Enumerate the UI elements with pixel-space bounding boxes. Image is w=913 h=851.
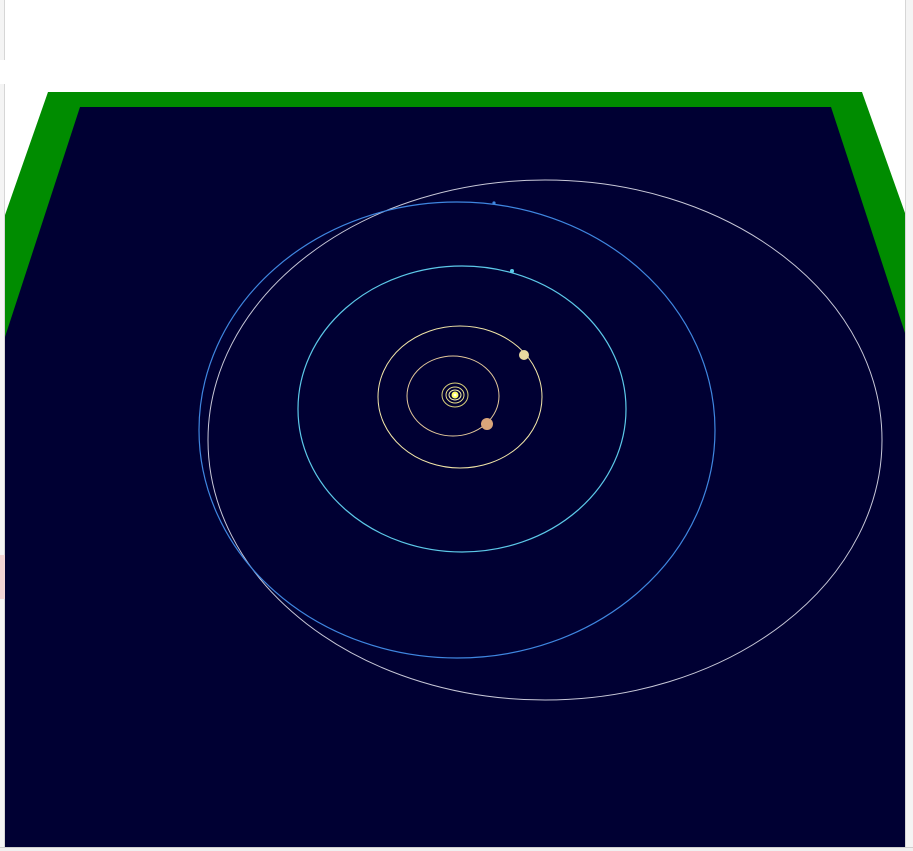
space-plane — [5, 107, 905, 847]
window-bottom-border — [0, 847, 913, 851]
planet-4[interactable] — [519, 350, 529, 360]
sun-core — [453, 393, 457, 397]
scene-canvas[interactable] — [5, 0, 905, 847]
planet-6[interactable] — [510, 269, 514, 273]
planet-5[interactable] — [481, 418, 493, 430]
window-right-border — [905, 0, 913, 851]
solar-system-viewport[interactable] — [5, 0, 905, 847]
planet-7[interactable] — [492, 201, 496, 205]
app-window — [0, 0, 913, 851]
